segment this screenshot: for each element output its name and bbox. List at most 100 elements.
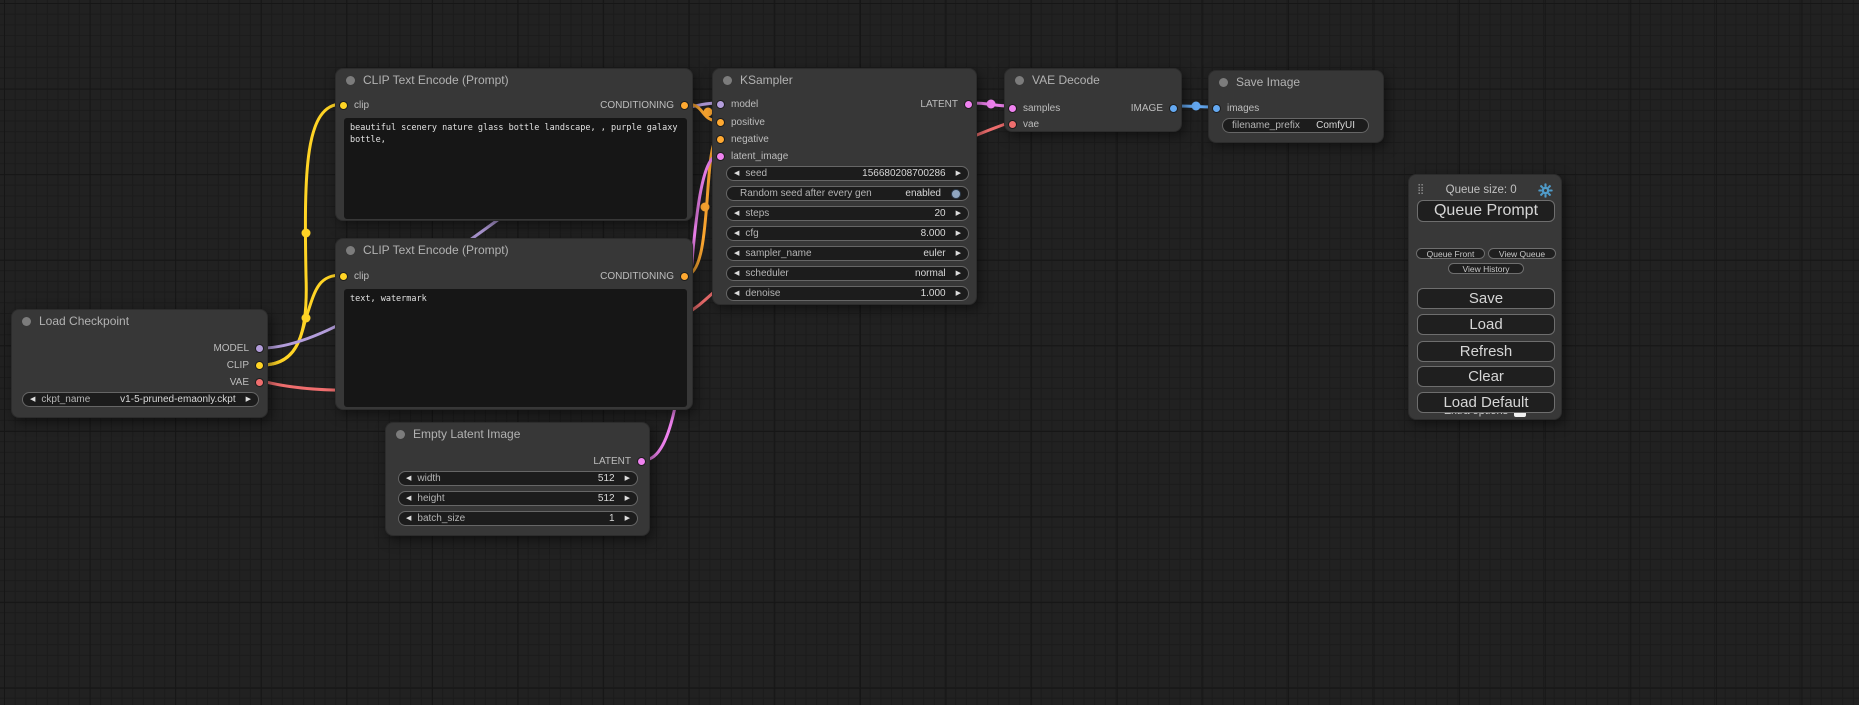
wire-dot[interactable] xyxy=(302,229,311,238)
model-output-port[interactable] xyxy=(255,344,264,353)
node-title-bar[interactable]: CLIP Text Encode (Prompt) xyxy=(336,69,692,91)
increment-arrow-icon[interactable]: ▶ xyxy=(625,495,630,502)
node-title: CLIP Text Encode (Prompt) xyxy=(363,73,509,87)
wire-dot[interactable] xyxy=(302,314,311,323)
clip-output-port[interactable] xyxy=(255,361,264,370)
filename-prefix-widget[interactable]: filename_prefix ComfyUI xyxy=(1222,118,1369,133)
latent-output-port[interactable] xyxy=(637,457,646,466)
node-title-bar[interactable]: VAE Decode xyxy=(1005,69,1181,91)
sampler-name-widget[interactable]: ◀ sampler_name euler ▶ xyxy=(726,246,969,261)
clip-input-port[interactable] xyxy=(339,101,348,110)
input-label: samples xyxy=(1023,103,1060,114)
increment-arrow-icon[interactable]: ▶ xyxy=(956,270,961,277)
height-widget[interactable]: ◀ height 512 ▶ xyxy=(398,491,638,506)
decrement-arrow-icon[interactable]: ◀ xyxy=(406,495,411,502)
widget-value: 512 xyxy=(598,473,615,484)
decrement-arrow-icon[interactable]: ◀ xyxy=(734,270,739,277)
clip-input-port[interactable] xyxy=(339,272,348,281)
image-output-port[interactable] xyxy=(1169,104,1178,113)
vae-output-port[interactable] xyxy=(255,378,264,387)
load-default-button[interactable]: Load Default xyxy=(1417,392,1555,413)
node-title: Load Checkpoint xyxy=(39,314,129,328)
drag-handle-icon[interactable]: ⣿ xyxy=(1417,185,1424,195)
node-title-bar[interactable]: Empty Latent Image xyxy=(386,423,649,445)
increment-arrow-icon[interactable]: ▶ xyxy=(956,170,961,177)
decrement-arrow-icon[interactable]: ◀ xyxy=(30,396,35,403)
width-widget[interactable]: ◀ width 512 ▶ xyxy=(398,471,638,486)
node-clip-text-encode-positive[interactable]: CLIP Text Encode (Prompt) clip CONDITION… xyxy=(335,68,693,221)
denoise-widget[interactable]: ◀ denoise 1.000 ▶ xyxy=(726,286,969,301)
view-history-button[interactable]: View History xyxy=(1448,263,1524,274)
decrement-arrow-icon[interactable]: ◀ xyxy=(406,515,411,522)
decrement-arrow-icon[interactable]: ◀ xyxy=(734,230,739,237)
node-title-bar[interactable]: CLIP Text Encode (Prompt) xyxy=(336,239,692,261)
conditioning-output-port[interactable] xyxy=(680,272,689,281)
node-load-checkpoint[interactable]: Load Checkpoint MODEL CLIP VAE ◀ ckpt_na… xyxy=(11,309,268,418)
random-seed-widget[interactable]: Random seed after every gen enabled xyxy=(726,186,969,201)
steps-widget[interactable]: ◀ steps 20 ▶ xyxy=(726,206,969,221)
toggle-icon[interactable] xyxy=(951,189,961,199)
refresh-button[interactable]: Refresh xyxy=(1417,341,1555,362)
node-title-bar[interactable]: Save Image xyxy=(1209,71,1383,93)
latent-image-input-port[interactable] xyxy=(716,152,725,161)
increment-arrow-icon[interactable]: ▶ xyxy=(956,210,961,217)
prompt-textarea[interactable]: beautiful scenery nature glass bottle la… xyxy=(344,118,687,219)
node-empty-latent-image[interactable]: Empty Latent Image LATENT ◀ width 512 ▶ … xyxy=(385,422,650,536)
seed-widget[interactable]: ◀ seed 156680208700286 ▶ xyxy=(726,166,969,181)
increment-arrow-icon[interactable]: ▶ xyxy=(956,290,961,297)
widget-value: 512 xyxy=(598,493,615,504)
cfg-widget[interactable]: ◀ cfg 8.000 ▶ xyxy=(726,226,969,241)
positive-input-port[interactable] xyxy=(716,118,725,127)
wire-dot[interactable] xyxy=(1192,102,1201,111)
wire-dot[interactable] xyxy=(701,203,710,212)
node-title-bar[interactable]: Load Checkpoint xyxy=(12,310,267,332)
collapse-dot-icon[interactable] xyxy=(346,246,355,255)
view-queue-button[interactable]: View Queue xyxy=(1488,248,1556,259)
negative-input-port[interactable] xyxy=(716,135,725,144)
increment-arrow-icon[interactable]: ▶ xyxy=(625,475,630,482)
collapse-dot-icon[interactable] xyxy=(22,317,31,326)
increment-arrow-icon[interactable]: ▶ xyxy=(956,230,961,237)
latent-output-port[interactable] xyxy=(964,100,973,109)
clear-button[interactable]: Clear xyxy=(1417,366,1555,387)
node-ksampler[interactable]: KSampler model positive negative latent_… xyxy=(712,68,977,305)
decrement-arrow-icon[interactable]: ◀ xyxy=(734,210,739,217)
node-graph-canvas[interactable]: Load Checkpoint MODEL CLIP VAE ◀ ckpt_na… xyxy=(0,0,1859,705)
increment-arrow-icon[interactable]: ▶ xyxy=(246,396,251,403)
conditioning-output-port[interactable] xyxy=(680,101,689,110)
increment-arrow-icon[interactable]: ▶ xyxy=(625,515,630,522)
collapse-dot-icon[interactable] xyxy=(1219,78,1228,87)
node-vae-decode[interactable]: VAE Decode samples vae IMAGE xyxy=(1004,68,1182,132)
queue-panel: ⣿ Queue size: 0 xyxy=(1408,174,1562,420)
input-label: latent_image xyxy=(731,151,788,162)
prompt-textarea[interactable]: text, watermark xyxy=(344,289,687,407)
queue-prompt-button[interactable]: Queue Prompt xyxy=(1417,200,1555,222)
widget-label: scheduler xyxy=(745,268,788,279)
scheduler-widget[interactable]: ◀ scheduler normal ▶ xyxy=(726,266,969,281)
decrement-arrow-icon[interactable]: ◀ xyxy=(734,170,739,177)
settings-gear-icon[interactable] xyxy=(1538,183,1553,198)
collapse-dot-icon[interactable] xyxy=(346,76,355,85)
save-button[interactable]: Save xyxy=(1417,288,1555,309)
load-button[interactable]: Load xyxy=(1417,314,1555,335)
collapse-dot-icon[interactable] xyxy=(723,76,732,85)
node-title-bar[interactable]: KSampler xyxy=(713,69,976,91)
increment-arrow-icon[interactable]: ▶ xyxy=(956,250,961,257)
widget-value: ComfyUI xyxy=(1316,120,1355,131)
batch-size-widget[interactable]: ◀ batch_size 1 ▶ xyxy=(398,511,638,526)
node-clip-text-encode-negative[interactable]: CLIP Text Encode (Prompt) clip CONDITION… xyxy=(335,238,693,410)
wire-dot[interactable] xyxy=(987,100,996,109)
decrement-arrow-icon[interactable]: ◀ xyxy=(734,290,739,297)
vae-input-port[interactable] xyxy=(1008,120,1017,129)
node-save-image[interactable]: Save Image images filename_prefix ComfyU… xyxy=(1208,70,1384,143)
ckpt-name-widget[interactable]: ◀ ckpt_name v1-5-pruned-emaonly.ckpt ▶ xyxy=(22,392,259,407)
widget-label: filename_prefix xyxy=(1232,120,1300,131)
queue-front-button[interactable]: Queue Front xyxy=(1416,248,1485,259)
decrement-arrow-icon[interactable]: ◀ xyxy=(406,475,411,482)
images-input-port[interactable] xyxy=(1212,104,1221,113)
samples-input-port[interactable] xyxy=(1008,104,1017,113)
model-input-port[interactable] xyxy=(716,100,725,109)
decrement-arrow-icon[interactable]: ◀ xyxy=(734,250,739,257)
collapse-dot-icon[interactable] xyxy=(1015,76,1024,85)
collapse-dot-icon[interactable] xyxy=(396,430,405,439)
